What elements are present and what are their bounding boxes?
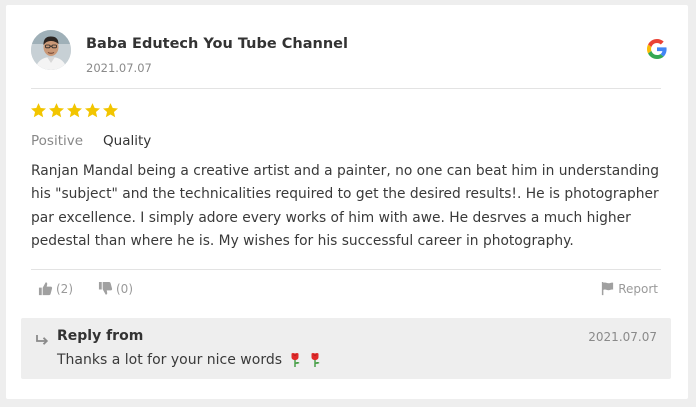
rose-icon	[288, 352, 302, 368]
review-date: 2021.07.07	[86, 61, 152, 75]
star-icon	[48, 103, 65, 118]
review-text: Ranjan Mandal being a creative artist an…	[31, 163, 660, 249]
thumbs-down-icon	[98, 281, 113, 296]
reviewer-avatar	[31, 30, 71, 70]
helpful-count: (2)	[56, 281, 73, 296]
star-icon	[84, 103, 101, 118]
star-icon	[102, 103, 119, 118]
actions-divider	[31, 269, 661, 270]
review-card: Baba Edutech You Tube Channel 2021.07.07…	[6, 5, 688, 399]
google-g-icon	[647, 39, 667, 59]
report-label: Report	[618, 281, 658, 296]
reviewer-name: Baba Edutech You Tube Channel	[86, 36, 348, 52]
unhelpful-button[interactable]: (0)	[98, 281, 133, 296]
reply-date: 2021.07.07	[588, 330, 657, 344]
star-rating	[30, 102, 119, 122]
review-header: Baba Edutech You Tube Channel 2021.07.07	[31, 28, 667, 86]
star-icon	[66, 103, 83, 118]
unhelpful-count: (0)	[116, 281, 133, 296]
star-icon	[30, 103, 47, 118]
category-tag: Quality	[103, 133, 152, 149]
reply-text: Thanks a lot for your nice words	[57, 352, 283, 368]
helpful-button[interactable]: (2)	[38, 281, 73, 296]
report-button[interactable]: Report	[600, 281, 658, 296]
thumbs-up-icon	[38, 281, 53, 296]
reply-title: Reply from	[57, 328, 144, 344]
review-tags: Positive Quality	[31, 133, 151, 149]
flag-icon	[600, 281, 615, 296]
reply-text-row: Thanks a lot for your nice words	[57, 352, 322, 368]
owner-reply: Reply from 2021.07.07 Thanks a lot for y…	[21, 318, 671, 379]
review-actions: (2) (0) Report	[38, 281, 658, 301]
rose-icon	[308, 352, 322, 368]
header-divider	[31, 88, 661, 89]
sentiment-tag: Positive	[31, 133, 84, 149]
reply-arrow-icon	[35, 331, 49, 345]
